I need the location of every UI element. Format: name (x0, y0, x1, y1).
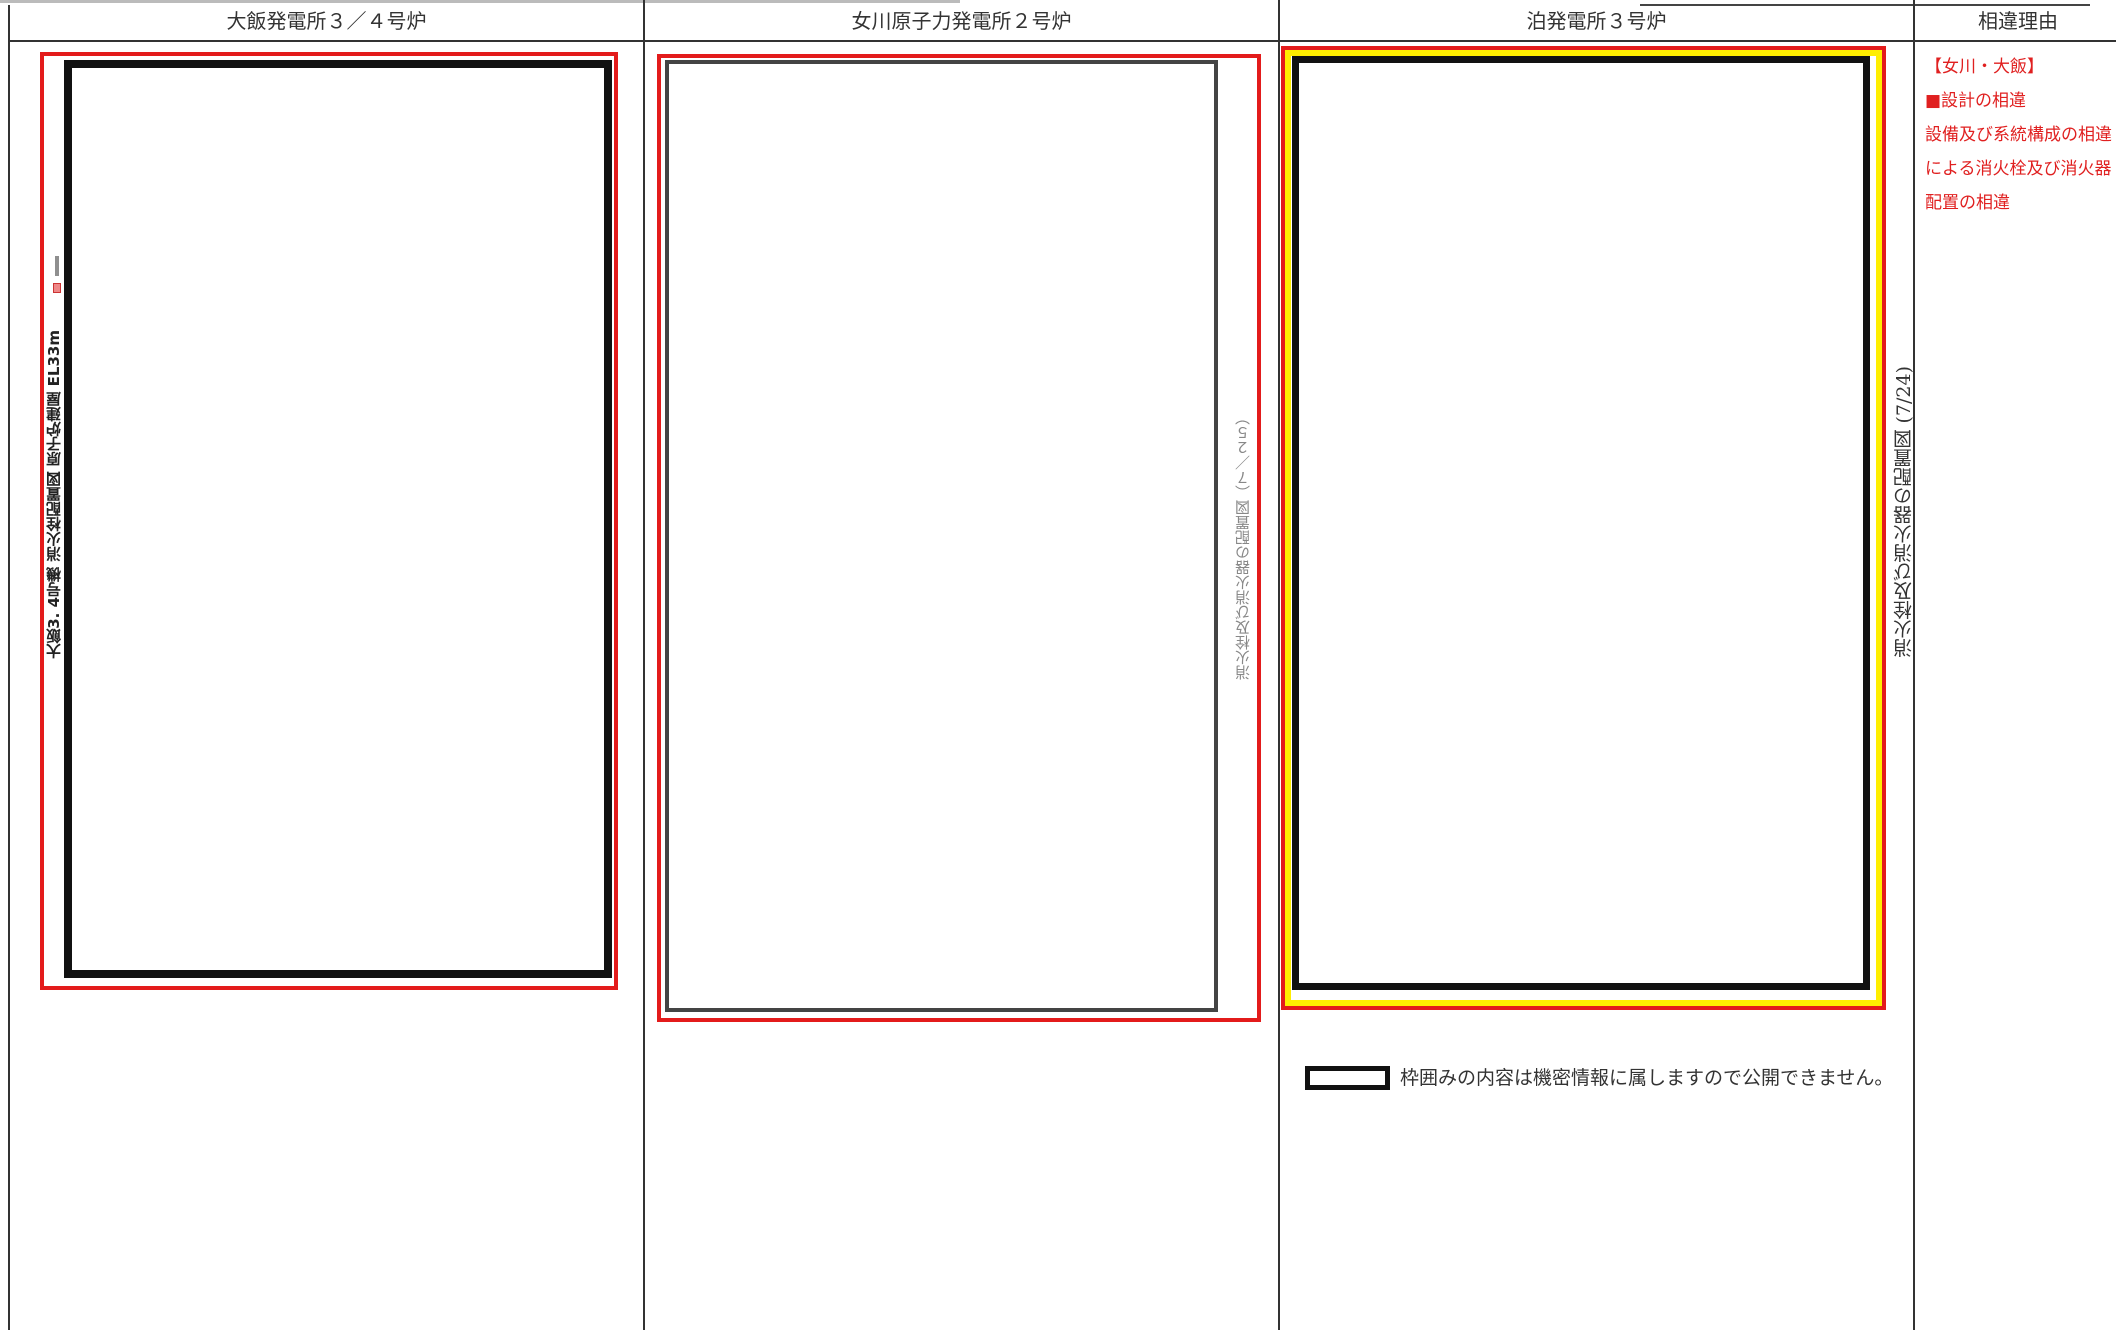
column-header-onagawa: 女川原子力発電所２号炉 (851, 9, 1072, 33)
tomari-drawing-caption: 消火栓及び消火器の配置図 (7/24) (1893, 366, 1915, 658)
tomari-masked-drawing (1292, 56, 1870, 990)
onagawa-masked-drawing (665, 60, 1218, 1012)
column-header-tomari: 泊発電所３号炉 (1526, 9, 1667, 33)
column-divider-1 (643, 0, 645, 1330)
reason-heading: ■設計の相違 (1925, 91, 2027, 111)
column-header-reason: 相違理由 (1978, 9, 2058, 33)
column-divider-2 (1278, 0, 1280, 1330)
column-divider-3 (1913, 0, 1915, 1330)
ohi-masked-drawing (64, 60, 612, 978)
legend-box-swatch (1305, 1066, 1390, 1090)
ohi-stamp-mark (55, 256, 59, 276)
reason-notes: 【女川・大飯】 ■設計の相違 設備及び系統構成の相違による消火栓及び消火器配置の… (1925, 50, 2117, 220)
ohi-stamp-icon (53, 283, 61, 293)
column-header-ohi: 大飯発電所３／４号炉 (226, 9, 427, 33)
table-left-border (8, 5, 10, 1330)
reason-plants: 【女川・大飯】 (1925, 57, 2044, 77)
reason-body: 設備及び系統構成の相違による消火栓及び消火器配置の相違 (1925, 125, 2112, 213)
legend-text: 枠囲みの内容は機密情報に属しますので公開できません。 (1400, 1067, 1894, 1089)
ohi-drawing-label: 大飯3. 4号機 消火栓配置図 原子炉建屋 EL33m (45, 330, 63, 659)
onagawa-drawing-caption: 消火栓及び消火器の配置図（７／２５） (1234, 410, 1252, 680)
